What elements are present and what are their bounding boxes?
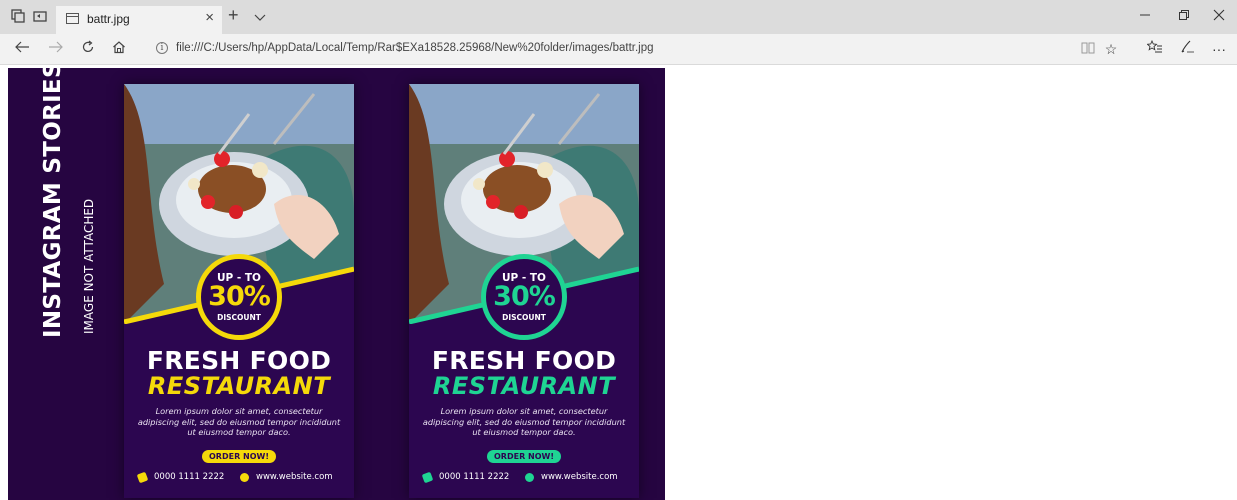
forward-button[interactable] [46,40,66,58]
tab-battr[interactable]: battr.jpg × [56,6,222,34]
badge-value: 30% [493,281,556,312]
home-button[interactable] [109,40,129,58]
restore-button[interactable] [1174,8,1194,24]
navigation-bar: i file:///C:/Users/hp/AppData/Local/Temp… [0,34,1237,65]
side-title: INSTAGRAM STORIES [40,68,66,338]
phone-icon [136,471,149,484]
address-bar[interactable]: i file:///C:/Users/hp/AppData/Local/Temp… [150,38,1130,61]
pen-notes-icon[interactable] [1177,40,1197,58]
tab-manager-icon[interactable] [10,9,26,25]
address-url[interactable]: file:///C:/Users/hp/AppData/Local/Temp/R… [176,42,654,54]
order-now-button: ORDER NOW! [487,450,561,463]
contact-row: 0000 1111 2222 www.website.com [136,471,348,485]
minimize-button[interactable] [1135,8,1155,24]
badge-bottom: DISCOUNT [217,313,261,322]
body-text: Lorem ipsum dolor sit amet, consectetur … [422,406,626,437]
page-icon [66,13,79,24]
tab-title: battr.jpg [87,12,130,26]
viewer-content: INSTAGRAM STORIES IMAGE NOT ATTACHED UP … [0,66,1237,500]
favorites-hub-icon[interactable] [1145,39,1165,58]
phone-number: 0000 1111 2222 [439,472,510,482]
chevron-down-icon[interactable] [254,10,266,22]
subheadline: RESTAURANT [432,372,616,400]
reading-view-icon[interactable] [1078,40,1098,58]
tab-strip: battr.jpg × + [0,0,1237,34]
close-window-button[interactable] [1209,8,1229,24]
badge-bottom: DISCOUNT [502,313,546,322]
contact-row: 0000 1111 2222 www.website.com [421,471,633,485]
favorite-star-icon[interactable]: ☆ [1101,40,1121,58]
more-options-icon[interactable]: ··· [1209,40,1229,58]
website: www.website.com [256,472,333,482]
discount-badge: UP - TO 30% DISCOUNT [481,254,567,340]
close-icon[interactable]: × [205,10,214,26]
headline: FRESH FOOD [146,346,332,375]
new-tab-button[interactable]: + [228,6,239,24]
phone-number: 0000 1111 2222 [154,472,225,482]
discount-badge: UP - TO 30% DISCOUNT [196,254,282,340]
headline: FRESH FOOD [431,346,617,375]
side-subtitle: IMAGE NOT ATTACHED [82,198,96,334]
subheadline: RESTAURANT [147,372,331,400]
poster-yellow: UP - TO 30% DISCOUNT FRESH FOOD RESTAURA… [124,84,354,498]
refresh-button[interactable] [78,40,98,58]
phone-icon [421,471,434,484]
set-aside-tabs-icon[interactable] [32,9,48,25]
globe-icon [240,473,249,482]
globe-icon [525,473,534,482]
image-canvas: INSTAGRAM STORIES IMAGE NOT ATTACHED UP … [8,68,665,500]
badge-value: 30% [208,281,271,312]
poster-green: UP - TO 30% DISCOUNT FRESH FOOD RESTAURA… [409,84,639,498]
back-button[interactable] [12,40,32,58]
info-icon[interactable]: i [156,42,168,54]
website: www.website.com [541,472,618,482]
body-text: Lorem ipsum dolor sit amet, consectetur … [137,406,341,437]
order-now-button: ORDER NOW! [202,450,276,463]
